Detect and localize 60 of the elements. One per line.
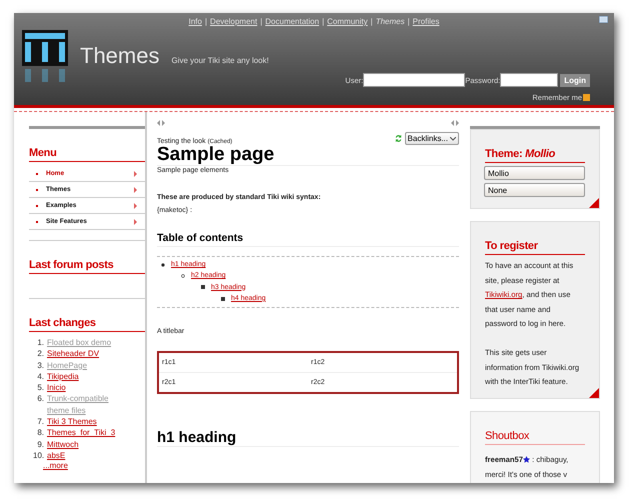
section-heading: h1 heading [157,429,459,448]
list-number: 8. [36,427,45,439]
bullet-icon [201,285,205,290]
change-link[interactable]: Mittwoch [47,438,79,450]
backlinks-dropdown[interactable]: Backlinks... [404,132,459,145]
theme-select[interactable]: Mollio [484,166,585,180]
change-link[interactable]: absE [47,450,66,462]
bullet-icon [181,274,185,278]
list-number: 4. [36,370,45,382]
nav-link[interactable]: Profiles [412,17,440,26]
list-number: 2. [36,348,45,360]
menu-title: Menu [29,147,145,162]
caret-icon [450,136,456,140]
nav-separator: | [322,17,324,26]
collapse-arrows-icon[interactable] [451,120,459,126]
nav-separator: | [408,17,410,26]
login-button[interactable]: Login [560,74,590,86]
list-number: 7. [36,416,45,428]
changes-title: Last changes [29,317,145,332]
theme-title: Theme: Mollio [485,148,585,163]
page-title: Sample page [157,145,459,166]
logo-icon [22,30,68,82]
toc-title: Table of contents [157,232,459,247]
change-link[interactable]: Siteheader DV [47,348,100,360]
more-link[interactable]: ...more [43,461,68,470]
collapse-arrows-icon[interactable] [157,120,165,126]
change-link[interactable]: Tiki 3 Themes [47,416,97,428]
register-title: To register [485,240,585,255]
password-field[interactable] [500,73,558,87]
refresh-icon[interactable] [394,134,403,143]
list-number: 5. [36,382,45,394]
site-slogan: Give your Tiki site any look! [171,56,269,64]
list-number: 6. [36,393,45,406]
shoutbox-title: Shoutbox [485,430,585,445]
user-field[interactable] [363,73,466,87]
nav-link[interactable]: Themes [376,17,405,26]
list-number: 3. [36,360,45,371]
star-icon [523,456,530,463]
nav-link[interactable]: Info [188,17,202,26]
bullet-icon [161,262,165,267]
list-number: 1. [36,337,45,348]
nav-link[interactable]: Development [210,17,258,26]
site-title: Themes [80,43,160,69]
change-link[interactable]: Themes_for_Tiki_3 [47,427,116,439]
nav-separator: | [204,17,208,26]
remember-checkbox[interactable] [583,94,590,101]
corner-icon [589,388,599,398]
change-link[interactable]: Tikipedia [47,370,79,382]
nav-separator: | [370,17,373,26]
change-link[interactable]: Inicio [47,382,66,394]
list-number: 10. [33,450,46,462]
nav-link[interactable]: Community [327,17,368,26]
window-icon[interactable] [599,16,608,23]
nav-link[interactable]: Documentation [265,17,320,26]
bullet-icon [221,296,225,301]
corner-icon [589,198,599,208]
nav-separator: | [260,17,262,26]
forum-title: Last forum posts [29,259,145,274]
theme-select[interactable]: None [484,183,585,197]
list-number: 9. [36,438,45,450]
